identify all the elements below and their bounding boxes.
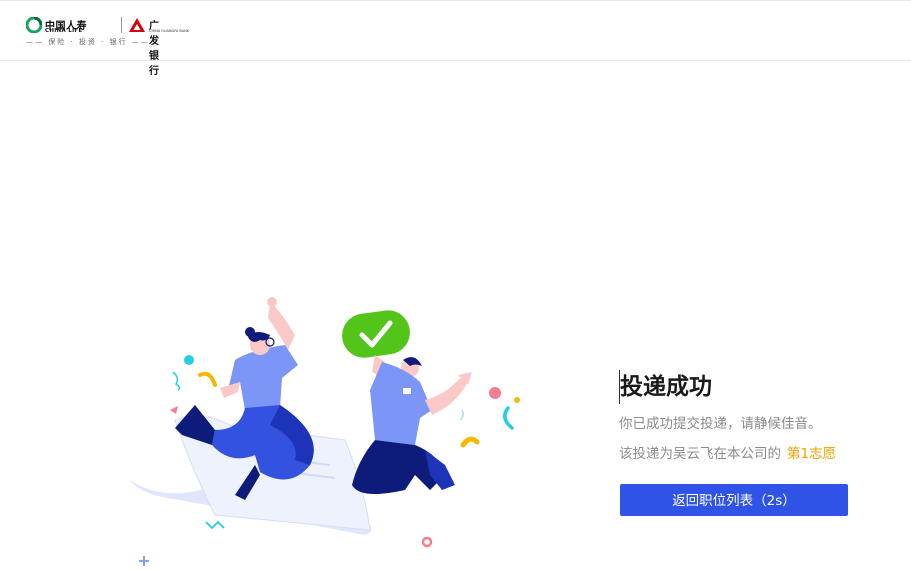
company-logo[interactable]: 中国人寿 CHINA LIFE 广发银行 CHINA GUANGFA BANK … — [26, 15, 189, 77]
result-detail: 该投递为吴云飞在本公司的 第1志愿 — [619, 442, 859, 462]
logo-tagline: —— 保险 · 投资 · 银行 —— — [26, 38, 150, 46]
china-life-logo-icon — [26, 17, 42, 33]
header: 中国人寿 CHINA LIFE 广发银行 CHINA GUANGFA BANK … — [0, 0, 911, 77]
gf-bank-logo-icon — [129, 18, 145, 32]
jumping-person-right — [342, 310, 472, 494]
submission-result: 投递成功 你已成功提交投递，请静候佳音。 该投递为吴云飞在本公司的 第1志愿 — [619, 370, 859, 462]
result-detail-text: 该投递为吴云飞在本公司的 — [619, 446, 781, 462]
result-title: 投递成功 — [619, 370, 859, 404]
gf-bank-english: CHINA GUANGFA BANK — [149, 29, 190, 33]
logo-divider — [121, 17, 122, 33]
check-badge — [342, 310, 410, 358]
gf-bank-name: 广发银行 — [149, 21, 159, 77]
preference-rank-badge: 第1志愿 — [787, 446, 837, 462]
china-life-english: CHINA LIFE — [45, 28, 83, 34]
result-message: 你已成功提交投递，请静候佳音。 — [619, 416, 822, 432]
back-to-job-list-button[interactable]: 返回职位列表（2s） — [620, 484, 848, 516]
success-illustration — [130, 297, 520, 566]
